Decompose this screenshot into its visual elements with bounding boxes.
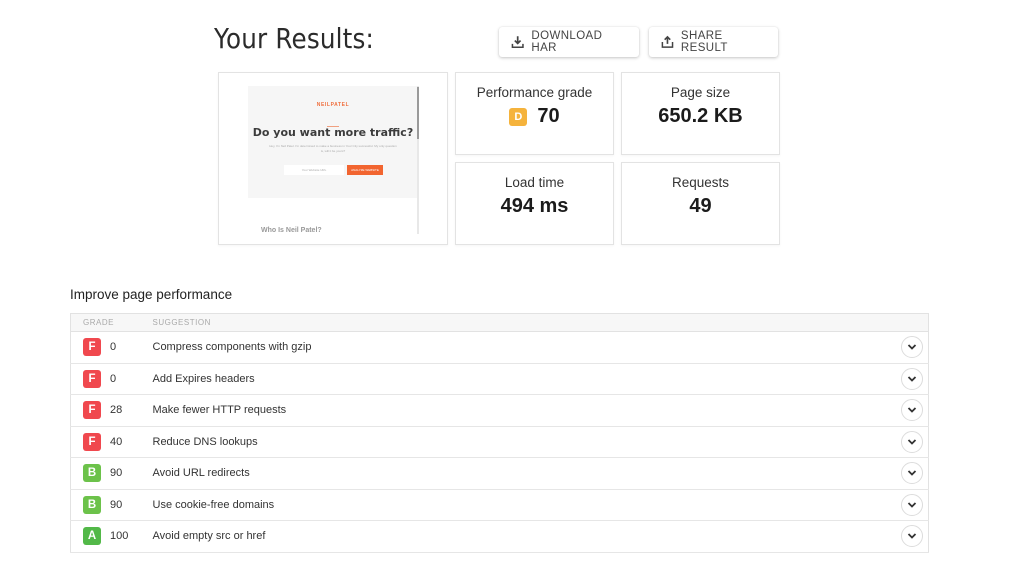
suggestion-text: Avoid URL redirects [152, 467, 250, 480]
page-size-label: Page size [670, 85, 731, 100]
table-header-row: GRADE SUGGESTION [70, 313, 929, 332]
expand-button[interactable] [901, 462, 923, 485]
suggestion-text: Avoid empty src or href [152, 530, 266, 543]
grade-cell: F0 [71, 332, 153, 364]
performance-grade-label: Performance grade [476, 85, 593, 100]
grade-cell: B 90 [71, 458, 153, 490]
expand-button[interactable] [901, 399, 923, 422]
requests-card: Requests 49 [621, 162, 780, 245]
share-result-label: SHARE RESULT [680, 30, 728, 54]
table-row[interactable]: F 28 Make fewer HTTP requests [70, 395, 929, 427]
grade-score: 0 [110, 341, 117, 354]
preview-footer-heading: Who Is Neil Patel? [261, 227, 322, 234]
share-icon [661, 35, 674, 48]
grade-badge: B [83, 495, 101, 514]
preview-headline: Do you want more traffic? [252, 126, 414, 139]
chevron-down-icon [907, 376, 917, 382]
page-title: Your Results: [214, 22, 374, 55]
preview-hero: NEILPATEL Do you want more traffic? Hey,… [248, 86, 418, 198]
suggestion-text: Make fewer HTTP requests [152, 404, 287, 417]
performance-grade-card: Performance grade D 70 [455, 72, 614, 155]
grade-column-header: GRADE [70, 313, 153, 332]
chevron-down-icon [907, 407, 917, 414]
expand-button[interactable] [901, 525, 923, 548]
download-icon [511, 36, 524, 49]
download-har-button[interactable]: DOWNLOAD HAR [499, 27, 639, 57]
suggestion-text: Use cookie-free domains [152, 498, 275, 511]
expand-button[interactable] [901, 367, 923, 390]
chevron-down-icon [907, 533, 917, 540]
grade-badge: B [83, 464, 101, 483]
suggestions-table: GRADE SUGGESTION F 0 Compress components w… [70, 313, 929, 553]
grade-cell: F 28 [71, 395, 153, 427]
share-result-button[interactable]: SHARE RESULT [649, 27, 778, 57]
load-time-label: Load time [504, 175, 565, 190]
grade-cell: F 40 [71, 426, 153, 458]
preview-scrollbar-thumb [417, 87, 419, 139]
table-row[interactable]: B 90 Avoid URL redirects [70, 458, 929, 490]
page-preview-card: NEILPATEL Do you want more traffic? Hey,… [218, 72, 448, 245]
table-row[interactable]: F 0 Add Expires headers [70, 363, 929, 395]
grade-score: 28 [110, 404, 123, 417]
preview-url-input: Your Website URL [284, 165, 344, 175]
grade-score: 40 [110, 435, 123, 448]
suggestion-column-header: SUGGESTION [152, 313, 889, 332]
preview-analyze-button: ANALYZE WEBSITE [347, 165, 383, 175]
table-row[interactable]: F 0 Compress components with gzip [70, 332, 929, 364]
grade-badge: F [83, 369, 101, 388]
expand-button[interactable] [901, 493, 923, 516]
grade-badge: A [83, 527, 101, 546]
chevron-down-icon [907, 439, 917, 445]
page-size-value: 650.2 KB [658, 105, 743, 127]
download-har-label: DOWNLOAD HAR [531, 30, 603, 54]
grade-badge: F [83, 432, 101, 451]
table-row[interactable]: B 90 Use cookie-free domains [70, 489, 929, 521]
suggestion-text: Reduce DNS lookups [152, 435, 258, 448]
load-time-card: Load time 494 ms [455, 162, 614, 245]
chevron-down-icon [907, 344, 917, 351]
improve-section-title: Improve page performance [70, 287, 233, 302]
grade-cell: A 100 [71, 521, 153, 553]
grade-score: 90 [110, 467, 123, 480]
requests-label: Requests [671, 175, 730, 190]
grade-badge: F [83, 338, 101, 357]
expand-button[interactable] [901, 336, 923, 359]
load-time-value: 494 ms [500, 195, 569, 217]
page-size-card: Page size 650.2 KB [621, 72, 780, 155]
grade-score: 90 [110, 498, 123, 511]
suggestion-text: Add Expires headers [152, 372, 255, 385]
suggestion-text: Compress components with gzip [152, 341, 312, 354]
grade-cell: F0 [71, 363, 153, 395]
grade-cell: B 90 [71, 489, 153, 521]
preview-logo: NEILPATEL [316, 102, 350, 108]
chevron-down-icon [907, 470, 917, 477]
table-row[interactable]: F 40 Reduce DNS lookups [70, 426, 929, 458]
preview-subtext: Hey, I'm Neil Patel. I'm determined to m… [269, 144, 397, 153]
performance-grade-value: 70 [537, 105, 560, 127]
table-row[interactable]: A 100 Avoid empty src or href [70, 521, 929, 553]
chevron-down-icon [907, 502, 917, 508]
grade-score: 100 [110, 530, 129, 543]
expand-button[interactable] [901, 430, 923, 453]
performance-grade-badge: D [509, 107, 528, 126]
grade-score: 0 [110, 372, 117, 385]
requests-value: 49 [689, 195, 712, 217]
grade-badge: F [83, 401, 101, 420]
